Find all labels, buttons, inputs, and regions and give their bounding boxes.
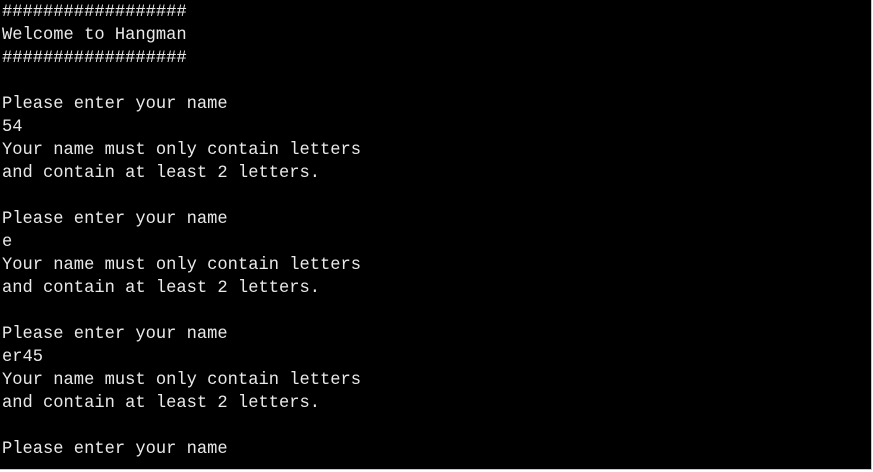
user-input-line: 54 bbox=[2, 118, 23, 137]
banner-title: Welcome to Hangman bbox=[2, 26, 187, 45]
user-input-line: er45 bbox=[2, 348, 44, 367]
blank-line bbox=[2, 300, 361, 323]
validation-error-line: Your name must only contain letters bbox=[2, 371, 362, 390]
validation-error-line: and contain at least 2 letters. bbox=[2, 164, 320, 183]
name-prompt-current[interactable]: Please enter your name bbox=[2, 438, 361, 461]
banner-border-top: ################## bbox=[2, 3, 187, 22]
name-prompt: Please enter your name bbox=[2, 95, 228, 114]
terminal-window[interactable]: ################## Welcome to Hangman ##… bbox=[0, 0, 872, 470]
validation-error-line: and contain at least 2 letters. bbox=[2, 279, 320, 298]
name-prompt: Please enter your name bbox=[2, 325, 228, 344]
validation-error-line: Your name must only contain letters bbox=[2, 141, 362, 160]
blank-line bbox=[2, 70, 361, 93]
validation-error-line: and contain at least 2 letters. bbox=[2, 394, 320, 413]
banner-border-bottom: ################## bbox=[2, 49, 187, 68]
blank-line bbox=[2, 415, 361, 438]
validation-error-line: Your name must only contain letters bbox=[2, 256, 362, 275]
terminal-output: ################## Welcome to Hangman ##… bbox=[2, 1, 361, 461]
name-prompt: Please enter your name bbox=[2, 210, 228, 229]
user-input-line: e bbox=[2, 233, 13, 252]
blank-line bbox=[2, 185, 361, 208]
